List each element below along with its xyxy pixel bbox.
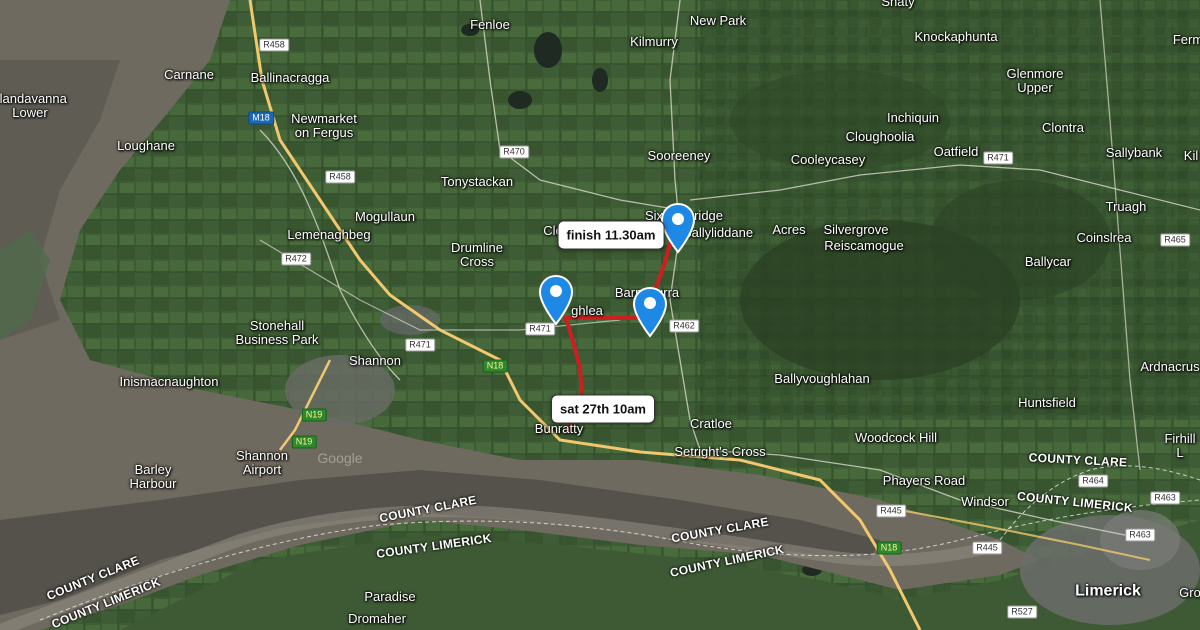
place-label-oatfield: Oatfield <box>933 144 979 159</box>
place-label-gro: Gro <box>1179 585 1200 600</box>
place-label-clontra: Clontra <box>1042 120 1084 135</box>
place-label-ballycar: Ballycar <box>1024 254 1072 269</box>
place-label-truagh: Truagh <box>1105 199 1147 214</box>
place-label-drumline-cross: Drumline Cross <box>450 240 504 269</box>
place-label-kil: Kil <box>1183 148 1199 163</box>
place-label-inchiquin: Inchiquin <box>886 110 940 125</box>
road-shield-r445: R445 <box>876 504 906 518</box>
road-shield-n18: N18 <box>876 541 902 555</box>
road-shield-r465: R465 <box>1160 233 1190 247</box>
road-shield-r527: R527 <box>1007 605 1037 619</box>
road-shield-r458: R458 <box>259 38 289 52</box>
place-label-coinslrea: Coinslrea <box>1076 230 1132 245</box>
road-shield-r458: R458 <box>325 170 355 184</box>
map-pin-icon[interactable] <box>632 286 668 342</box>
place-label-acres: Acres <box>772 222 806 237</box>
route-finish-label: finish 11.30am <box>557 220 665 250</box>
map-pin-icon[interactable] <box>538 274 574 330</box>
place-label-glenmore-upper: Glenmore Upper <box>1006 66 1064 95</box>
place-label-loughane: Loughane <box>117 138 175 153</box>
place-label-shaty: Shaty <box>881 0 915 9</box>
road-shield-m18: M18 <box>248 111 274 125</box>
place-label-windsor: Windsor <box>961 494 1009 509</box>
place-label-setrights-cross: Setright's Cross <box>674 444 766 459</box>
route-start-label: sat 27th 10am <box>551 394 655 424</box>
place-label-firhill: Firhill L <box>1164 431 1196 460</box>
road-shield-r445: R445 <box>972 541 1002 555</box>
place-label-barley-harbour: Barley Harbour <box>129 462 177 491</box>
place-label-islandavanna-lower: slandavanna Lower <box>0 91 67 120</box>
place-label-shannon: Shannon <box>348 353 402 368</box>
place-label-reiscamogue: Reiscamogue <box>824 238 904 253</box>
place-label-sooreeney: Sooreeney <box>647 148 711 163</box>
place-label-tonystackan: Tonystackan <box>440 174 514 189</box>
place-label-ferm: Ferm <box>1172 32 1200 47</box>
road-shield-r463: R463 <box>1150 491 1180 505</box>
place-label-new-park: New Park <box>689 13 747 28</box>
satellite-map[interactable]: Shaty Fenloe New Park Kilmurry Knockaphu… <box>0 0 1200 630</box>
place-label-ghlea: ghlea <box>571 303 603 318</box>
place-label-kilmurry: Kilmurry <box>630 34 678 49</box>
place-label-inismacnaughton: Inismacnaughton <box>119 374 219 389</box>
road-shield-n18: N18 <box>482 359 508 373</box>
place-label-silvergrove: Silvergrove <box>823 222 889 237</box>
road-shield-r472: R472 <box>281 252 311 266</box>
place-label-mogullaun: Mogullaun <box>355 209 415 224</box>
place-label-stonehall-business-park: Stonehall Business Park <box>235 318 319 347</box>
place-label-ballinacragga: Ballinacragga <box>250 70 330 85</box>
place-label-huntsfield: Huntsfield <box>1018 395 1076 410</box>
place-label-dromaher: Dromaher <box>348 611 406 626</box>
place-label-cloughoolia: Cloughoolia <box>845 129 915 144</box>
place-label-bunratty: Bunratty <box>534 421 584 436</box>
place-label-lemenaghbeg: Lemenaghbeg <box>287 227 371 242</box>
place-label-knockaphunta: Knockaphunta <box>914 29 998 44</box>
road-shield-n19: N19 <box>291 435 317 449</box>
place-label-ballyvoughlahan: Ballyvoughlahan <box>774 371 870 386</box>
road-shield-r462: R462 <box>669 319 699 333</box>
road-shield-r471: R471 <box>983 151 1013 165</box>
place-label-woodcock-hill: Woodcock Hill <box>854 430 938 445</box>
place-label-cooleycasey: Cooleycasey <box>790 152 866 167</box>
road-shield-n19: N19 <box>301 408 327 422</box>
place-label-sallybank: Sallybank <box>1105 145 1163 160</box>
place-label-carnane: Carnane <box>164 67 214 82</box>
road-shield-r464: R464 <box>1078 474 1108 488</box>
place-label-paradise: Paradise <box>364 589 416 604</box>
place-label-limerick: Limerick <box>1075 582 1141 600</box>
place-label-shannon-airport: Shannon Airport <box>235 448 289 477</box>
place-label-newmarket-on-fergus: Newmarket on Fergus <box>291 111 357 140</box>
road-shield-r463: R463 <box>1125 528 1155 542</box>
road-shield-r470: R470 <box>499 145 529 159</box>
place-label-cratloe: Cratloe <box>690 416 732 431</box>
map-watermark: Google <box>317 450 363 466</box>
place-label-fenloe: Fenloe <box>470 17 510 32</box>
road-shield-r471: R471 <box>405 338 435 352</box>
map-pin-icon[interactable] <box>660 202 696 258</box>
place-label-phayers-road: Phayers Road <box>882 473 966 488</box>
place-label-ardnacrusha: Ardnacrus <box>1140 359 1200 374</box>
